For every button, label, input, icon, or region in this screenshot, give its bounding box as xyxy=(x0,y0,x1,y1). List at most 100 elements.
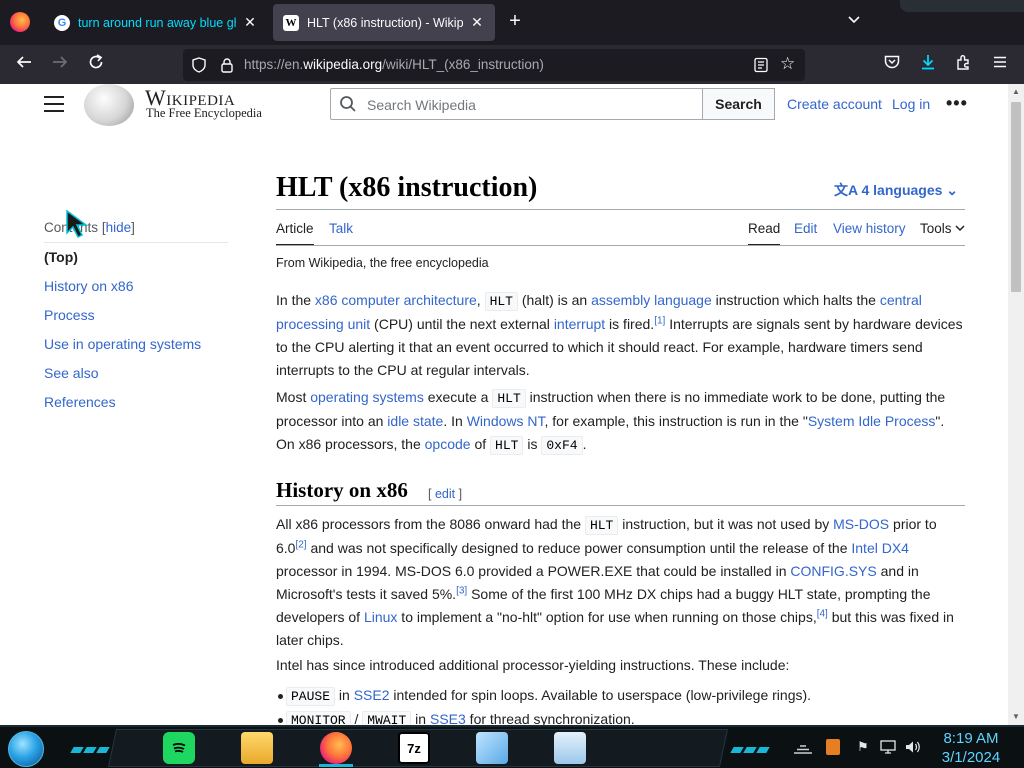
mouse-cursor-icon xyxy=(66,209,89,239)
forward-icon[interactable] xyxy=(48,53,72,77)
tab-google-search[interactable]: G turn around run away blue gho ✕ xyxy=(44,4,268,41)
more-options-icon[interactable]: ••• xyxy=(946,94,968,112)
citation-1[interactable]: [1] xyxy=(654,315,665,326)
reload-icon[interactable] xyxy=(84,53,108,77)
language-button[interactable]: 文A 4 languages ⌄ xyxy=(834,180,958,200)
link-config-sys[interactable]: CONFIG.SYS xyxy=(790,563,876,579)
tools-menu[interactable]: Tools xyxy=(920,221,965,236)
tab-view-history[interactable]: View history xyxy=(833,221,906,236)
scrollbar-thumb[interactable] xyxy=(1011,102,1021,292)
create-account-link[interactable]: Create account xyxy=(787,96,882,112)
tab-talk[interactable]: Talk xyxy=(329,221,353,236)
network-icon[interactable] xyxy=(880,739,896,757)
chevron-down-icon xyxy=(955,225,965,232)
lock-icon[interactable] xyxy=(219,57,235,73)
network-bars-icon[interactable] xyxy=(792,739,814,757)
toc-item-references[interactable]: References xyxy=(44,394,116,410)
search-input[interactable]: Search Wikipedia xyxy=(330,88,703,120)
extensions-icon[interactable] xyxy=(952,53,976,77)
tab-read[interactable]: Read xyxy=(748,221,781,246)
scroll-down-arrow-icon[interactable]: ▼ xyxy=(1012,713,1020,721)
firefox-icon[interactable] xyxy=(10,12,30,32)
clock-date: 3/1/2024 xyxy=(941,749,1001,766)
toc-item-history[interactable]: History on x86 xyxy=(44,278,133,294)
toc-hide-link[interactable]: hide xyxy=(106,220,132,235)
window-frame-decoration xyxy=(900,0,1024,12)
search-placeholder: Search Wikipedia xyxy=(367,97,476,113)
link-ms-dos[interactable]: MS-DOS xyxy=(833,516,889,532)
close-icon[interactable]: ✕ xyxy=(469,14,485,31)
citation-4[interactable]: [4] xyxy=(817,608,828,619)
menu-hamburger-icon[interactable] xyxy=(988,53,1012,77)
wikipedia-tagline: The Free Encyclopedia xyxy=(146,106,262,120)
toc-item-process[interactable]: Process xyxy=(44,307,95,323)
back-icon[interactable] xyxy=(12,53,36,77)
link-interrupt[interactable]: interrupt xyxy=(554,316,605,332)
wikipedia-globe-logo[interactable] xyxy=(84,84,134,126)
link-operating-systems[interactable]: operating systems xyxy=(310,389,424,405)
bookmark-star-icon[interactable]: ☆ xyxy=(780,55,798,73)
tracking-protection-shield-icon[interactable] xyxy=(191,57,207,73)
link-idle-state[interactable]: idle state xyxy=(387,413,443,429)
firefox-icon[interactable] xyxy=(320,732,352,764)
tab-wikipedia[interactable]: W HLT (x86 instruction) - Wikiped ✕ xyxy=(273,4,495,41)
toc-item-see-also[interactable]: See also xyxy=(44,365,98,381)
wikipedia-icon: W xyxy=(283,14,299,31)
link-assembly-language[interactable]: assembly language xyxy=(591,292,712,308)
downloads-icon[interactable] xyxy=(916,53,940,77)
tab-article[interactable]: Article xyxy=(276,221,314,246)
spotify-icon[interactable] xyxy=(163,732,195,764)
translate-icon: 文A xyxy=(834,182,858,198)
toc-item-use-in-os[interactable]: Use in operating systems xyxy=(44,336,201,352)
history-paragraph-1: All x86 processors from the 8086 onward … xyxy=(276,516,954,648)
url-bar[interactable]: https://en.wikipedia.org/wiki/HLT_(x86_i… xyxy=(183,49,805,81)
google-icon: G xyxy=(54,14,70,31)
7zip-icon[interactable]: 7z xyxy=(398,732,430,764)
toc-item-top[interactable]: (Top) xyxy=(44,249,78,265)
page-scrollbar[interactable]: ▲ ▼ xyxy=(1008,84,1024,725)
reader-view-icon[interactable] xyxy=(753,57,769,73)
link-linux[interactable]: Linux xyxy=(364,609,397,625)
volume-icon[interactable] xyxy=(904,739,922,757)
chevron-down-icon: ⌄ xyxy=(946,182,959,198)
citation-3[interactable]: [3] xyxy=(456,585,467,596)
link-intel-dx4[interactable]: Intel DX4 xyxy=(851,540,909,556)
lead-paragraph-1: In the x86 computer architecture, HLT (h… xyxy=(276,292,963,378)
page-title: HLT (x86 instruction) xyxy=(276,172,538,203)
search-icon xyxy=(340,96,356,112)
flag-icon[interactable]: ⚑ xyxy=(857,739,869,757)
link-system-idle-process[interactable]: System Idle Process xyxy=(808,413,936,429)
calendar-icon[interactable] xyxy=(554,732,586,764)
app-tray-icon[interactable] xyxy=(826,739,840,755)
new-tab-button[interactable]: + xyxy=(504,10,526,34)
pen-icon[interactable] xyxy=(476,732,508,764)
link-windows-nt[interactable]: Windows NT xyxy=(467,413,545,429)
start-button[interactable] xyxy=(8,731,44,767)
link-opcode[interactable]: opcode xyxy=(425,436,471,452)
tab-bar: G turn around run away blue gho ✕ W HLT … xyxy=(0,0,1024,45)
section-edit: [ edit ] xyxy=(428,487,463,501)
system-clock[interactable]: 8:19 AM 3/1/2024 xyxy=(936,729,1006,767)
scroll-up-arrow-icon[interactable]: ▲ xyxy=(1012,88,1020,96)
link-sse2[interactable]: SSE2 xyxy=(354,687,390,703)
close-icon[interactable]: ✕ xyxy=(242,14,258,31)
clock-time: 8:19 AM xyxy=(943,730,999,747)
link-sse3[interactable]: SSE3 xyxy=(430,711,466,725)
section-edit-link[interactable]: edit xyxy=(435,487,455,501)
lead-paragraph-2: Most operating systems execute a HLT ins… xyxy=(276,389,946,455)
main-menu-icon[interactable] xyxy=(44,96,64,112)
taskbar-decoration xyxy=(70,740,111,753)
tab-title: turn around run away blue gho xyxy=(78,15,236,30)
citation-2[interactable]: [2] xyxy=(295,539,306,550)
url-text[interactable]: https://en.wikipedia.org/wiki/HLT_(x86_i… xyxy=(244,57,544,72)
tab-edit[interactable]: Edit xyxy=(794,221,817,236)
search-button[interactable]: Search xyxy=(702,88,775,120)
title-divider xyxy=(276,209,965,210)
pocket-icon[interactable] xyxy=(880,53,904,77)
section-heading-history: History on x86 xyxy=(276,478,408,502)
list-item: MONITOR / MWAIT in SSE3 for thread synch… xyxy=(278,708,635,725)
tab-list-chevron-icon[interactable] xyxy=(844,12,864,32)
file-explorer-icon[interactable] xyxy=(241,732,273,764)
link-x86-architecture[interactable]: x86 computer architecture xyxy=(315,292,477,308)
log-in-link[interactable]: Log in xyxy=(892,96,930,112)
